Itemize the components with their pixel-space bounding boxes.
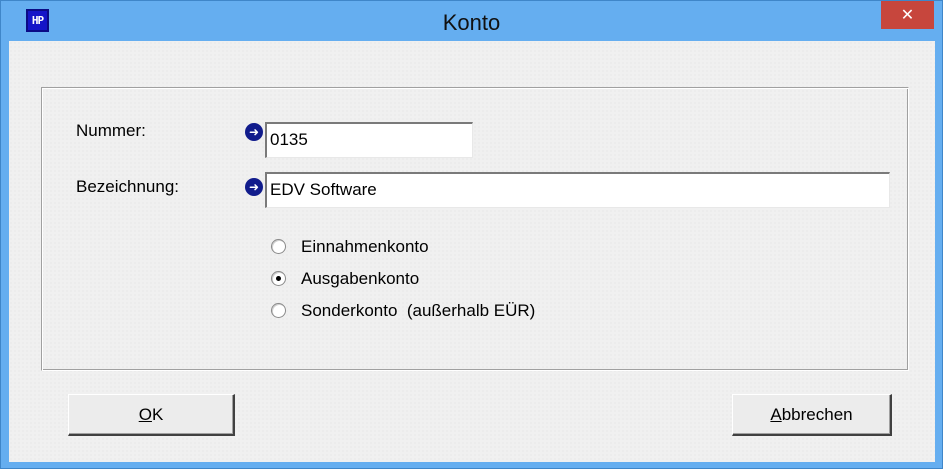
ok-button[interactable]: OK (68, 394, 235, 436)
ok-mnemonic: O (138, 405, 152, 424)
bezeichnung-label: Bezeichnung: (76, 177, 180, 196)
ok-label: K (151, 405, 164, 424)
close-button[interactable]: ✕ (881, 1, 934, 29)
arrow-right-circle-icon: ➜ (245, 178, 263, 196)
radio-label: Sonderkonto (außerhalb EÜR) (301, 301, 536, 320)
window-title: Konto (442, 10, 501, 35)
radio-circle-checked[interactable] (271, 271, 286, 286)
close-icon: ✕ (900, 5, 915, 24)
cancel-mnemonic: A (770, 405, 782, 424)
radio-selected-dot (276, 276, 281, 281)
cancel-label: bbrechen (781, 405, 853, 424)
dialog-client-area: Nummer: ➜ 0135 Bezeichnung: ➜ EDV Softwa… (9, 41, 935, 462)
arrow-right-circle-icon: ➜ (245, 123, 263, 141)
radio-label: Einnahmenkonto (301, 237, 429, 256)
radio-label: Ausgabenkonto (301, 269, 420, 288)
konto-group-box (41, 87, 909, 371)
title-bar[interactable]: HP Konto ✕ (1, 1, 942, 41)
nummer-label: Nummer: (76, 121, 146, 140)
radio-circle[interactable] (271, 239, 286, 254)
radio-circle[interactable] (271, 303, 286, 318)
nummer-input[interactable]: 0135 (265, 122, 473, 158)
bezeichnung-input[interactable]: EDV Software (265, 172, 890, 208)
cancel-button[interactable]: Abbrechen (732, 394, 892, 436)
konto-dialog-window: HP Konto ✕ Nummer: ➜ 0135 Bezeichnung: ➜… (0, 0, 943, 469)
